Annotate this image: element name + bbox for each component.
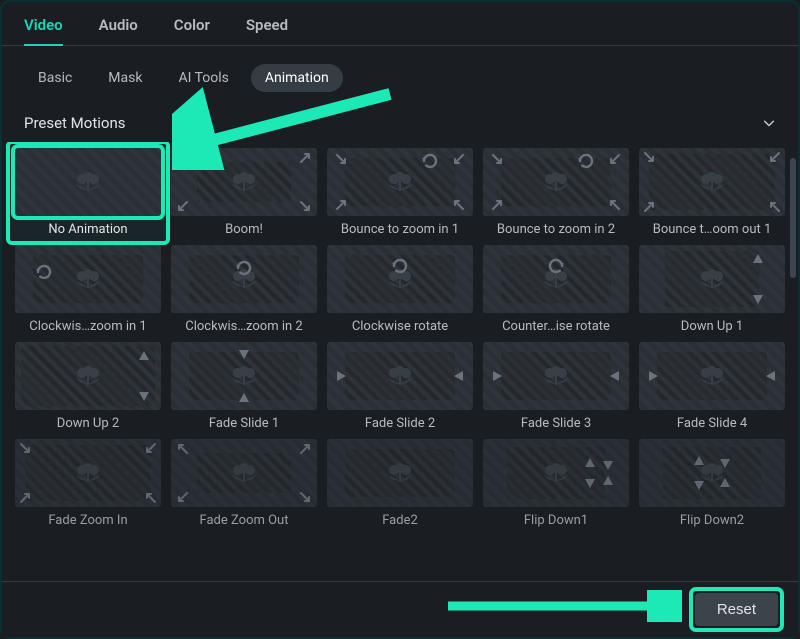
preset-thumbnail — [483, 148, 629, 216]
preset-fade2[interactable]: Fade2 — [326, 439, 474, 528]
preset-thumbnail — [327, 439, 473, 507]
preset-thumbnail — [639, 148, 785, 216]
preset-thumbnail — [15, 439, 161, 507]
preset-label: Fade Zoom Out — [200, 513, 289, 528]
preset-fade-zoom-out[interactable]: Fade Zoom Out — [170, 439, 318, 528]
preset-thumbnail — [327, 148, 473, 216]
section-header[interactable]: Preset Motions — [2, 104, 798, 142]
preset-label: Bounce to zoom in 1 — [341, 222, 459, 237]
preset-thumbnail — [15, 342, 161, 410]
preset-label: Flip Down1 — [524, 513, 588, 528]
preset-clockwis-zoom-in-1[interactable]: Clockwis…zoom in 1 — [14, 245, 162, 334]
preset-thumbnail — [171, 245, 317, 313]
preset-thumbnail — [171, 439, 317, 507]
preset-label: Fade Zoom In — [48, 513, 127, 528]
reset-highlight-annotation: Reset — [693, 591, 780, 628]
sub-tab-ai-tools[interactable]: AI Tools — [164, 64, 242, 92]
sub-tab-basic[interactable]: Basic — [24, 64, 86, 92]
preset-label: Flip Down2 — [680, 513, 744, 528]
preset-thumbnail — [639, 439, 785, 507]
preset-no-animation[interactable]: No Animation — [10, 144, 166, 241]
preset-boom[interactable]: Boom! — [170, 148, 318, 237]
preset-label: Fade Slide 4 — [677, 416, 747, 431]
preset-flip-down2[interactable]: Flip Down2 — [638, 439, 786, 528]
sub-tab-bar: Basic Mask AI Tools Animation — [2, 46, 798, 102]
reset-button[interactable]: Reset — [695, 593, 778, 626]
preset-flip-down1[interactable]: Flip Down1 — [482, 439, 630, 528]
preset-fade-slide-4[interactable]: Fade Slide 4 — [638, 342, 786, 431]
preset-thumbnail — [483, 439, 629, 507]
top-tab-speed[interactable]: Speed — [246, 16, 288, 35]
sub-tab-mask[interactable]: Mask — [94, 64, 156, 92]
top-tab-audio[interactable]: Audio — [99, 16, 138, 35]
preset-thumbnail — [15, 148, 161, 216]
preset-thumbnail — [327, 342, 473, 410]
preset-bounce-to-zoom-in-1[interactable]: Bounce to zoom in 1 — [326, 148, 474, 237]
preset-label: No Animation — [48, 222, 127, 237]
preset-thumbnail — [639, 245, 785, 313]
preset-label: Boom! — [225, 222, 263, 237]
chevron-down-icon — [762, 116, 776, 130]
preset-fade-slide-2[interactable]: Fade Slide 2 — [326, 342, 474, 431]
preset-thumbnail — [639, 342, 785, 410]
preset-label: Fade Slide 3 — [521, 416, 591, 431]
preset-counter-ise-rotate[interactable]: Counter…ise rotate — [482, 245, 630, 334]
preset-grid: No Animation Boom! Bounce to zoom in 1 — [14, 148, 786, 528]
preset-fade-slide-3[interactable]: Fade Slide 3 — [482, 342, 630, 431]
preset-grid-wrap: No Animation Boom! Bounce to zoom in 1 — [2, 142, 798, 582]
preset-label: Down Up 2 — [57, 416, 119, 431]
preset-clockwis-zoom-in-2[interactable]: Clockwis…zoom in 2 — [170, 245, 318, 334]
preset-bounce-to-zoom-in-2[interactable]: Bounce to zoom in 2 — [482, 148, 630, 237]
preset-fade-zoom-in[interactable]: Fade Zoom In — [14, 439, 162, 528]
preset-label: Clockwis…zoom in 1 — [29, 319, 146, 334]
preset-thumbnail — [483, 245, 629, 313]
preset-clockwise-rotate[interactable]: Clockwise rotate — [326, 245, 474, 334]
preset-down-up-2[interactable]: Down Up 2 — [14, 342, 162, 431]
preset-label: Fade2 — [382, 513, 418, 528]
preset-fade-slide-1[interactable]: Fade Slide 1 — [170, 342, 318, 431]
preset-thumbnail — [171, 342, 317, 410]
preset-bounce-t-oom-out-1[interactable]: Bounce t…oom out 1 — [638, 148, 786, 237]
section-title: Preset Motions — [24, 114, 125, 132]
preset-down-up-1[interactable]: Down Up 1 — [638, 245, 786, 334]
preset-thumbnail — [171, 148, 317, 216]
preset-label: Counter…ise rotate — [502, 319, 610, 334]
preset-label: Fade Slide 2 — [365, 416, 435, 431]
preset-label: Clockwis…zoom in 2 — [185, 319, 302, 334]
top-tab-color[interactable]: Color — [174, 16, 210, 35]
preset-label: Clockwise rotate — [352, 319, 448, 334]
preset-label: Bounce to zoom in 2 — [497, 222, 615, 237]
footer-bar: Reset — [2, 581, 798, 637]
scrollbar-thumb[interactable] — [790, 158, 796, 278]
top-tab-video[interactable]: Video — [24, 16, 63, 46]
preset-label: Fade Slide 1 — [209, 416, 279, 431]
sub-tab-animation[interactable]: Animation — [251, 64, 343, 92]
preset-thumbnail — [327, 245, 473, 313]
preset-label: Down Up 1 — [681, 319, 743, 334]
top-tab-bar: Video Audio Color Speed — [2, 2, 798, 46]
preset-thumbnail — [15, 245, 161, 313]
preset-thumbnail — [483, 342, 629, 410]
preset-label: Bounce t…oom out 1 — [653, 222, 772, 237]
